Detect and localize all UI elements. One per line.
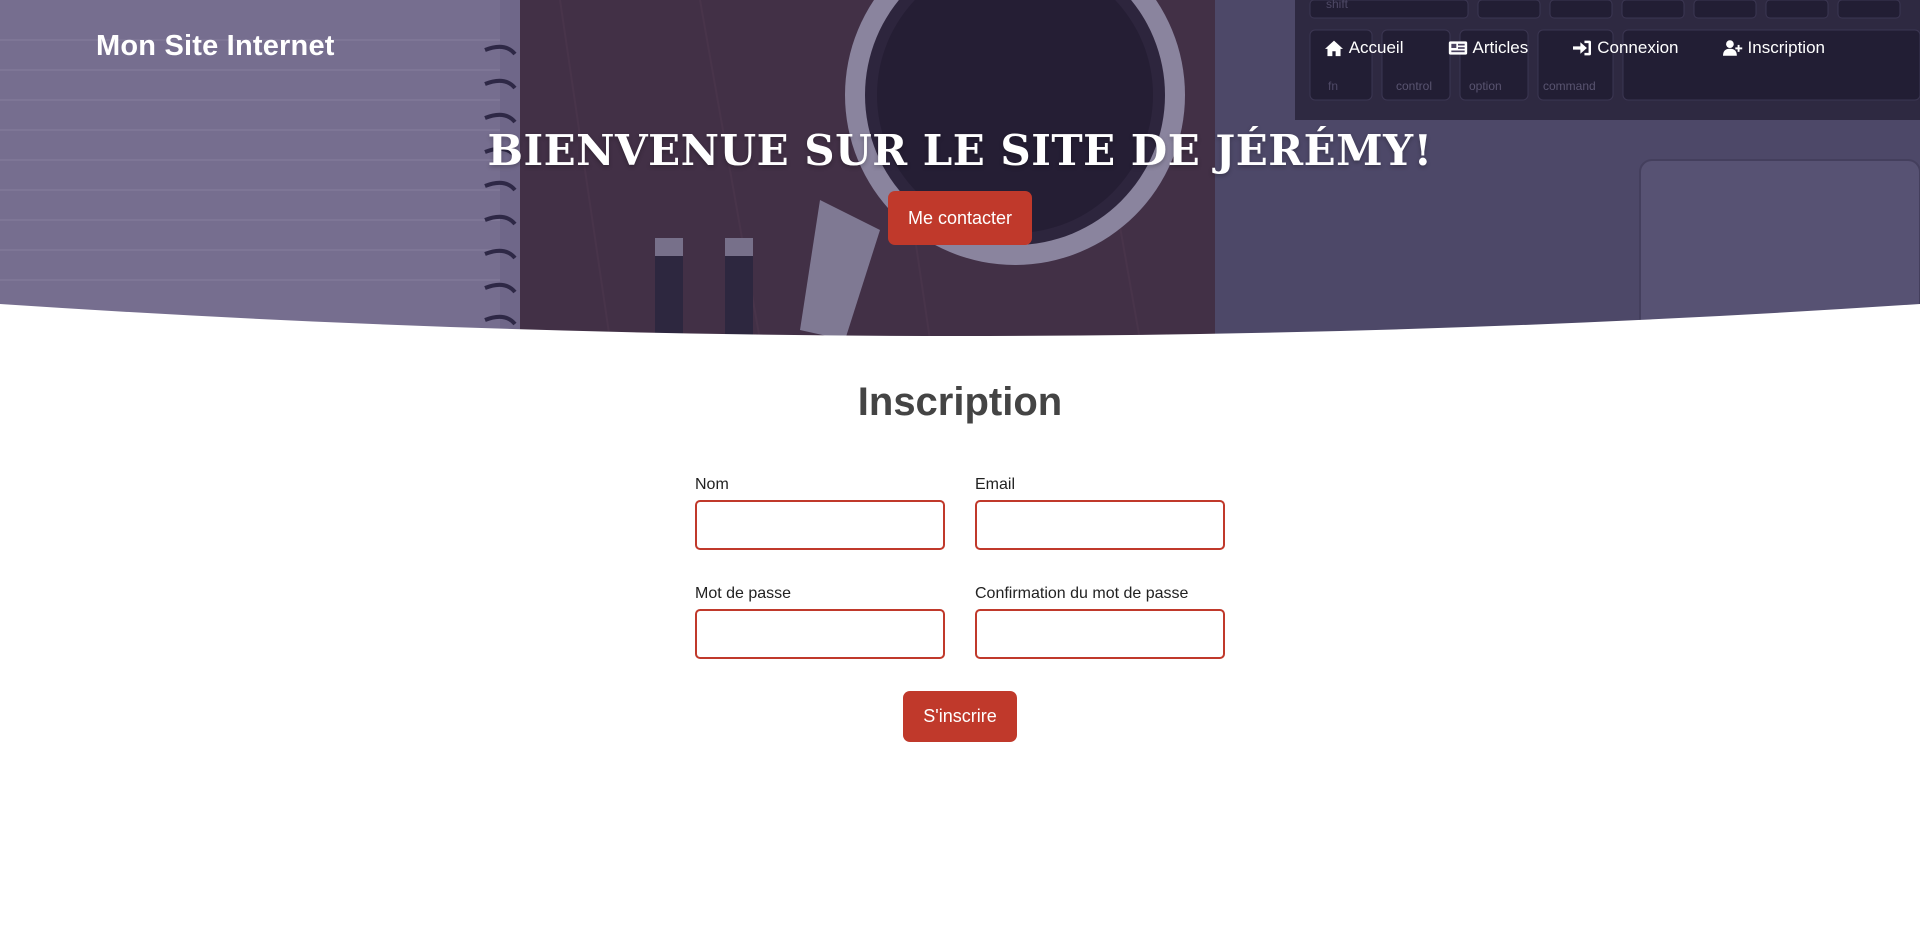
field-group-password: Mot de passe: [695, 585, 945, 659]
hero-banner: shift fn control option command Mon Site…: [0, 0, 1920, 340]
hero-bottom-curve: [0, 304, 1920, 340]
password-input[interactable]: [695, 609, 945, 659]
main-nav: Accueil Articles Connexion Inscription: [1324, 38, 1825, 58]
form-title: Inscription: [857, 380, 1063, 424]
nav-label: Accueil: [1348, 38, 1404, 57]
nav-item-articles[interactable]: Articles: [1448, 38, 1529, 58]
nav-label: Articles: [1472, 38, 1529, 57]
password-confirm-input[interactable]: [975, 609, 1225, 659]
email-input[interactable]: [975, 500, 1225, 550]
page: shift fn control option command Mon Site…: [0, 0, 1920, 928]
hero-title: BIENVENUE SUR LE SITE DE JÉRÉMY!: [487, 126, 1433, 175]
email-label: Email: [975, 476, 1016, 493]
nav-item-accueil[interactable]: Accueil: [1324, 38, 1404, 58]
field-group-password-confirm: Confirmation du mot de passe: [975, 585, 1225, 659]
user-plus-icon: [1722, 40, 1742, 56]
contact-button[interactable]: Me contacter: [888, 191, 1032, 245]
site-brand[interactable]: Mon Site Internet: [96, 30, 335, 63]
nav-label: Inscription: [1747, 38, 1825, 57]
nav-label: Connexion: [1597, 38, 1679, 57]
nav-item-inscription[interactable]: Inscription: [1722, 38, 1825, 58]
nom-input[interactable]: [695, 500, 945, 550]
sign-in-icon: [1573, 40, 1592, 56]
field-group-email: Email: [975, 476, 1225, 550]
signup-submit-button[interactable]: S'inscrire: [903, 691, 1017, 742]
field-group-nom: Nom: [695, 476, 945, 550]
home-icon: [1324, 40, 1343, 57]
nav-item-connexion[interactable]: Connexion: [1572, 38, 1679, 58]
password-label: Mot de passe: [695, 585, 792, 602]
password-confirm-label: Confirmation du mot de passe: [975, 585, 1189, 602]
newspaper-icon: [1448, 41, 1467, 55]
nom-label: Nom: [695, 476, 729, 493]
